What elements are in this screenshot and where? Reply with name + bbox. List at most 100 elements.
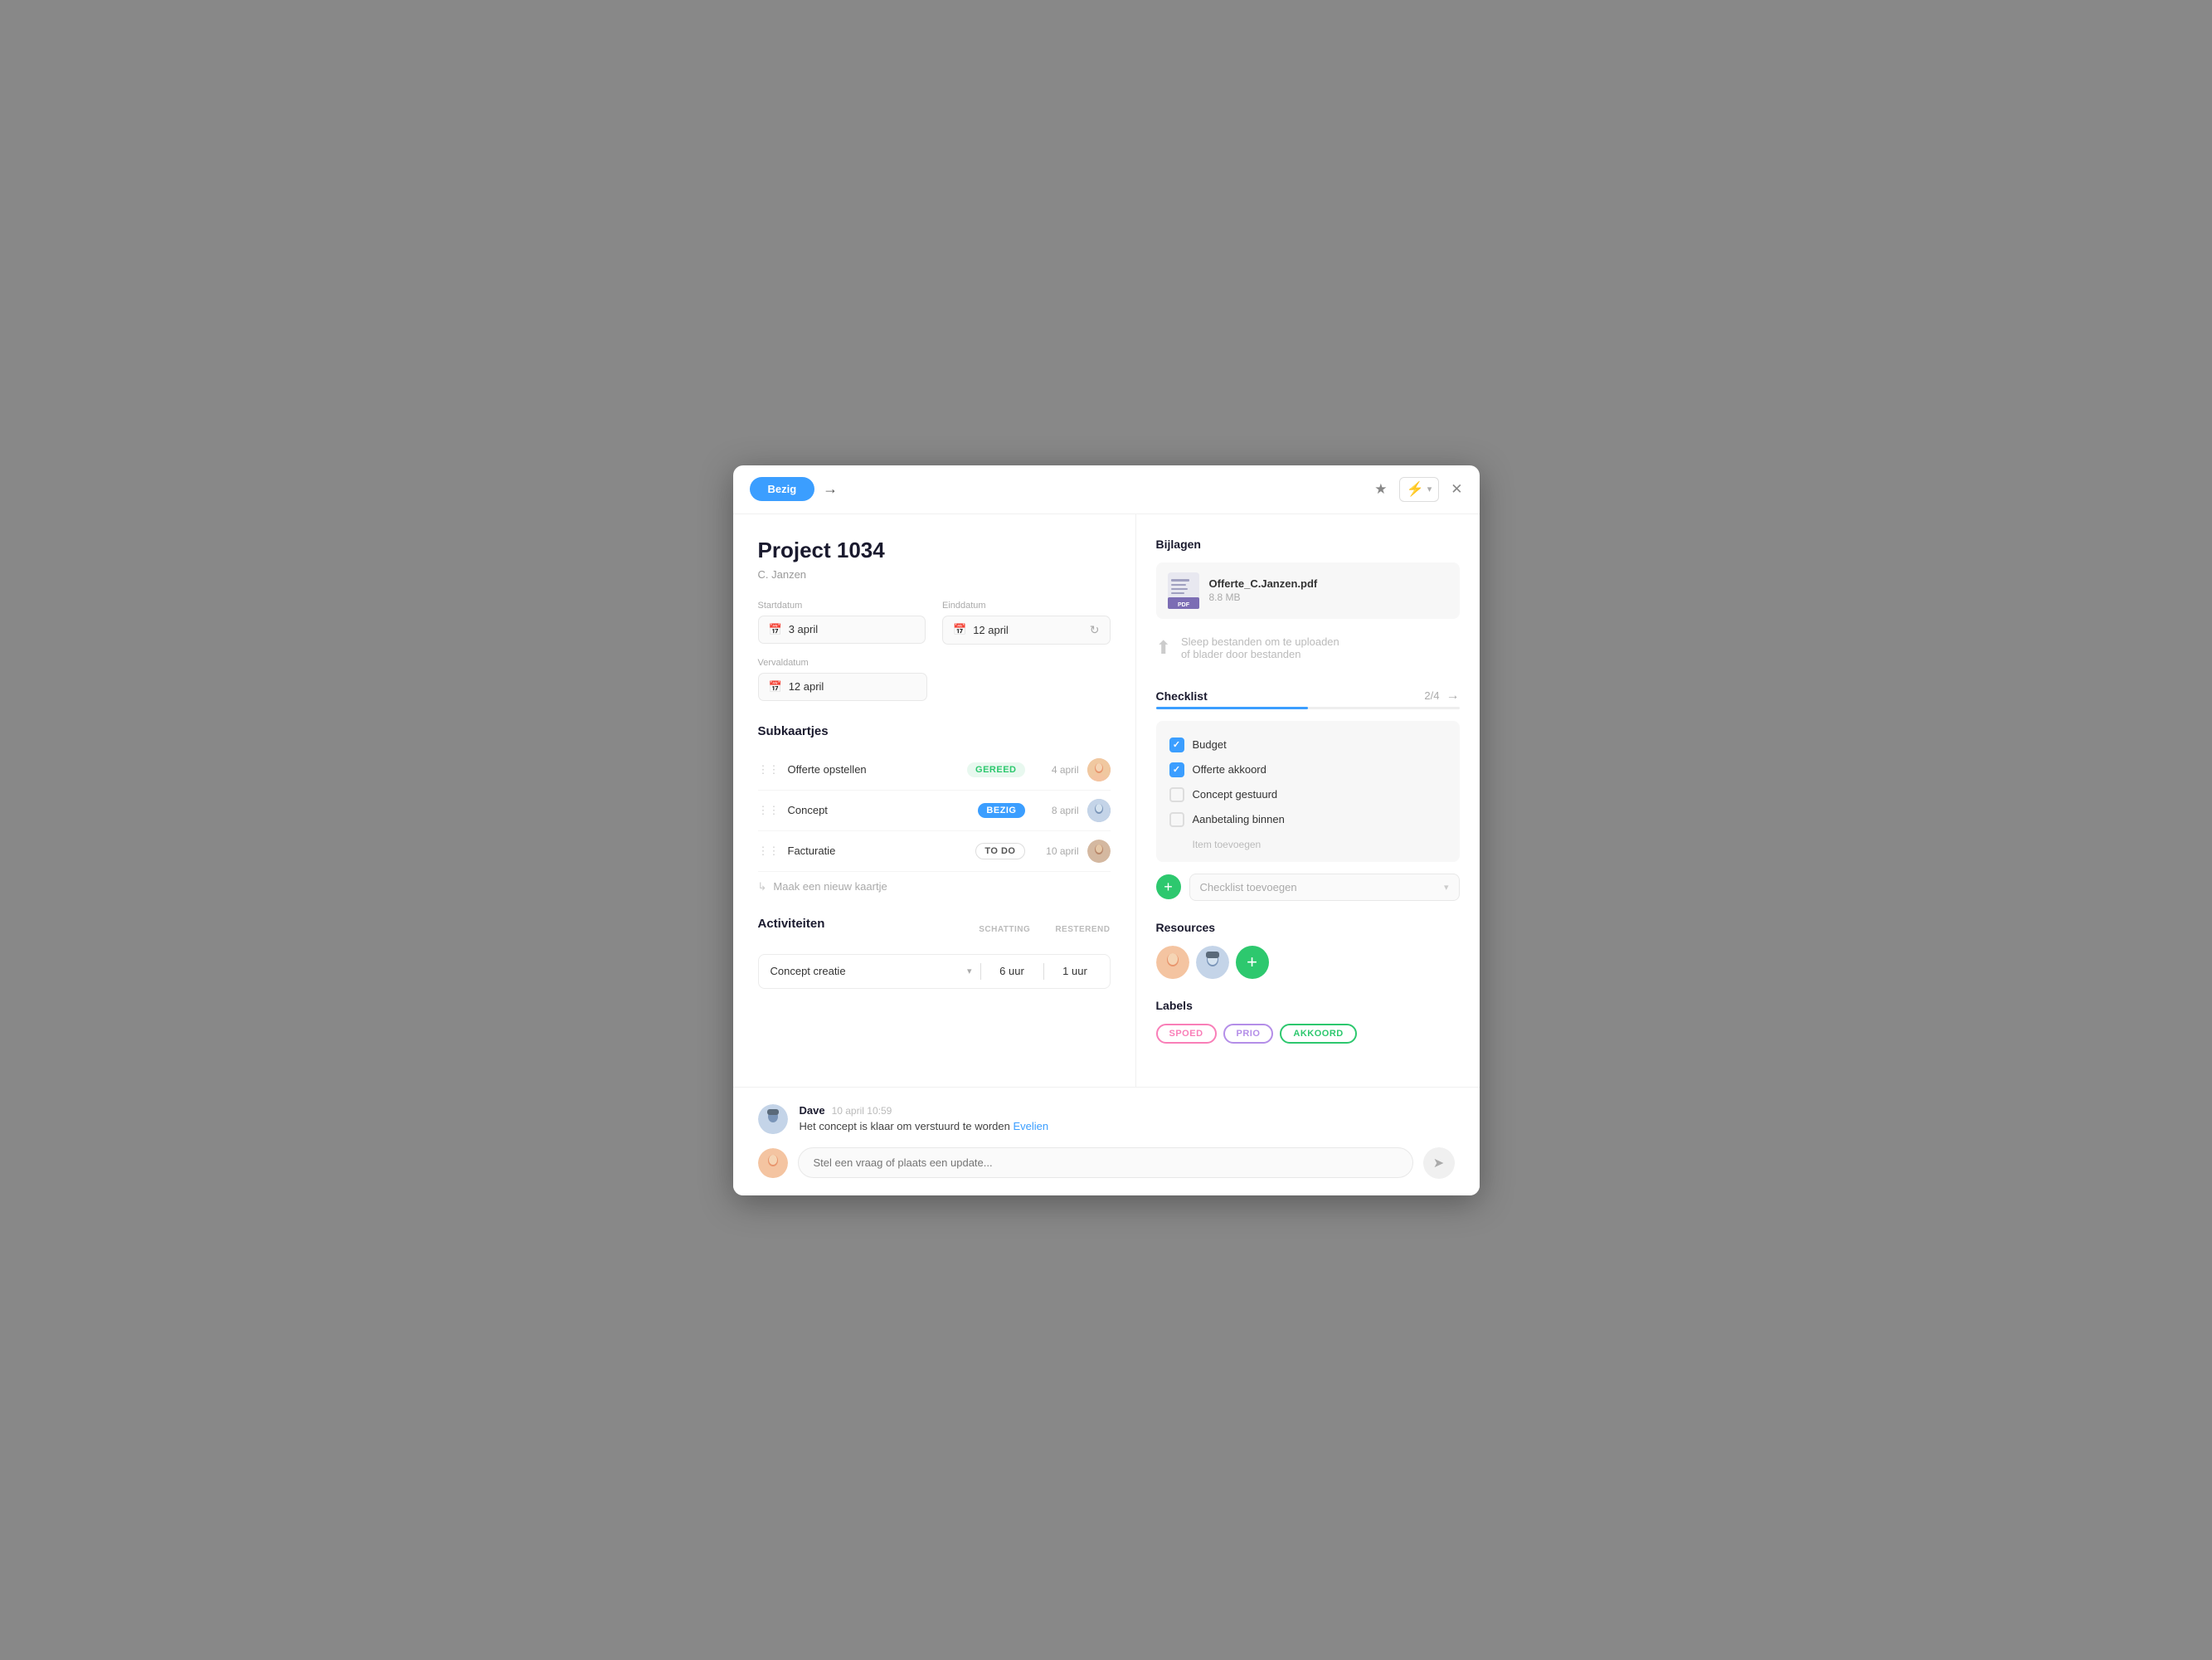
checklist-section: Checklist 2/4 → Budget (1156, 689, 1460, 901)
activiteiten-header: Activiteiten SCHATTING RESTEREND (758, 917, 1111, 942)
checklist-label: Budget (1193, 738, 1227, 751)
project-subtitle: C. Janzen (758, 568, 1111, 581)
einddatum-field: Einddatum 📅 12 april ↻ (942, 601, 1111, 645)
activity-select[interactable]: Concept creatie ▾ (771, 965, 972, 977)
upload-icon: ⬆ (1156, 637, 1171, 659)
add-checklist-input[interactable]: Checklist toevoegen ▾ (1189, 874, 1460, 901)
comment-input-row: ➤ (758, 1147, 1455, 1179)
checklist-header: Checklist 2/4 → (1156, 689, 1460, 703)
refresh-button[interactable]: ↻ (1090, 623, 1100, 637)
topbar-left: Bezig → (750, 477, 839, 501)
list-item: Aanbetaling binnen (1169, 807, 1446, 832)
lightning-chevron: ▾ (1427, 484, 1432, 494)
lightning-button[interactable]: ⚡ ▾ (1399, 477, 1440, 502)
comment-mention[interactable]: Evelien (1013, 1120, 1048, 1132)
activiteiten-section: Activiteiten SCHATTING RESTEREND Concept… (758, 917, 1111, 989)
divider (980, 963, 981, 980)
subcard-date: 4 april (1033, 764, 1079, 776)
left-panel: Project 1034 C. Janzen Startdatum 📅 3 ap… (733, 514, 1136, 1087)
checklist-title: Checklist (1156, 689, 1208, 703)
subcard-name: Facturatie (788, 845, 968, 857)
activity-name: Concept creatie (771, 965, 846, 977)
checkbox-budget[interactable] (1169, 738, 1184, 752)
status-button[interactable]: Bezig (750, 477, 815, 501)
comment-body: Dave 10 april 10:59 Het concept is klaar… (800, 1104, 1455, 1134)
avatar (1087, 840, 1111, 863)
vervaldatum-label: Vervaldatum (758, 658, 1111, 668)
main-content: Project 1034 C. Janzen Startdatum 📅 3 ap… (733, 514, 1480, 1087)
drag-handle-icon[interactable]: ⋮⋮ (758, 845, 780, 858)
add-checklist-placeholder: Checklist toevoegen (1200, 881, 1297, 893)
list-item: Concept gestuurd (1169, 782, 1446, 807)
activity-schatting: 6 uur (989, 965, 1035, 977)
einddatum-value: 12 april (973, 624, 1009, 636)
upload-area[interactable]: ⬆ Sleep bestanden om te uploaden of blad… (1156, 627, 1460, 669)
resource-avatar-2 (1196, 946, 1229, 979)
topbar: Bezig → ★ ⚡ ▾ ✕ (733, 465, 1480, 514)
arrow-button[interactable]: → (823, 480, 838, 498)
checkbox-aanbetaling[interactable] (1169, 812, 1184, 827)
bijlagen-section: Bijlagen PDF Off (1156, 538, 1460, 669)
einddatum-input[interactable]: 📅 12 april ↻ (942, 616, 1111, 645)
einddatum-label: Einddatum (942, 601, 1111, 611)
comment-input-field[interactable] (798, 1147, 1413, 1178)
drag-handle-icon[interactable]: ⋮⋮ (758, 804, 780, 817)
col-resterend: RESTEREND (1055, 925, 1110, 934)
checklist-progress-fill (1156, 707, 1308, 709)
activity-chevron: ▾ (967, 966, 972, 976)
calendar-icon-end: 📅 (953, 623, 966, 636)
add-checklist-button[interactable]: + (1156, 874, 1181, 899)
label-spoed[interactable]: SPOED (1156, 1024, 1217, 1044)
current-user-avatar (758, 1148, 788, 1178)
vervaldatum-input[interactable]: 📅 12 april (758, 673, 927, 701)
resources-title: Resources (1156, 921, 1460, 934)
list-item: Budget (1169, 733, 1446, 757)
startdatum-input[interactable]: 📅 3 april (758, 616, 926, 644)
status-badge: GEREED (967, 762, 1024, 777)
bijlagen-title: Bijlagen (1156, 538, 1460, 551)
add-checklist-row: + Checklist toevoegen ▾ (1156, 874, 1460, 901)
subcard-name: Concept (788, 804, 970, 816)
file-icon: PDF (1168, 572, 1199, 609)
checkbox-concept-gestuurd[interactable] (1169, 787, 1184, 802)
star-button[interactable]: ★ (1374, 481, 1387, 498)
date-row: Startdatum 📅 3 april Einddatum 📅 12 apri… (758, 601, 1111, 645)
subcard-name: Offerte opstellen (788, 763, 960, 776)
modal: Bezig → ★ ⚡ ▾ ✕ Project 1034 C. Janzen (733, 465, 1480, 1195)
close-icon: ✕ (1451, 481, 1462, 498)
upload-text: Sleep bestanden om te uploaden of blader… (1181, 635, 1339, 660)
resource-avatar-1 (1156, 946, 1189, 979)
vervaldatum-section: Vervaldatum 📅 12 april (758, 658, 1111, 701)
drag-handle-icon[interactable]: ⋮⋮ (758, 763, 780, 776)
label-akkoord[interactable]: AKKOORD (1280, 1024, 1356, 1044)
status-badge: BEZIG (978, 803, 1024, 818)
table-row: ⋮⋮ Concept BEZIG 8 april (758, 791, 1111, 831)
subcard-list: ⋮⋮ Offerte opstellen GEREED 4 april (758, 750, 1111, 872)
activity-row: Concept creatie ▾ 6 uur 1 uur (758, 954, 1111, 989)
subcard-date: 8 april (1033, 805, 1079, 816)
label-tags: SPOED PRIO AKKOORD (1156, 1024, 1460, 1044)
attachment-item: PDF Offerte_C.Janzen.pdf 8.8 MB (1156, 562, 1460, 619)
comment-author: Dave (800, 1104, 825, 1117)
checkbox-offerte-akkoord[interactable] (1169, 762, 1184, 777)
attachment-name: Offerte_C.Janzen.pdf (1209, 577, 1448, 590)
resources-section: Resources (1156, 921, 1460, 979)
startdatum-label: Startdatum (758, 601, 926, 611)
list-item: Offerte akkoord (1169, 757, 1446, 782)
subkaartjes-title: Subkaartjes (758, 724, 1111, 738)
label-prio[interactable]: PRIO (1223, 1024, 1274, 1044)
add-resource-button[interactable]: + (1236, 946, 1269, 979)
topbar-right: ★ ⚡ ▾ ✕ (1374, 477, 1462, 502)
send-button[interactable]: ➤ (1423, 1147, 1455, 1179)
new-card-arrow: ↳ (758, 880, 767, 893)
checklist-label: Aanbetaling binnen (1193, 813, 1285, 825)
labels-title: Labels (1156, 999, 1460, 1012)
new-card-label: Maak een nieuw kaartje (773, 880, 887, 893)
checklist-items: Budget Offerte akkoord Concept gestuurd (1156, 721, 1460, 862)
checklist-arrow: → (1446, 689, 1460, 703)
add-item-label[interactable]: Item toevoegen (1169, 832, 1446, 850)
close-button[interactable]: ✕ (1451, 481, 1462, 498)
activity-resterend: 1 uur (1053, 965, 1098, 977)
new-card-link[interactable]: ↳ Maak een nieuw kaartje (758, 880, 1111, 893)
checklist-progress-bar (1156, 707, 1460, 709)
